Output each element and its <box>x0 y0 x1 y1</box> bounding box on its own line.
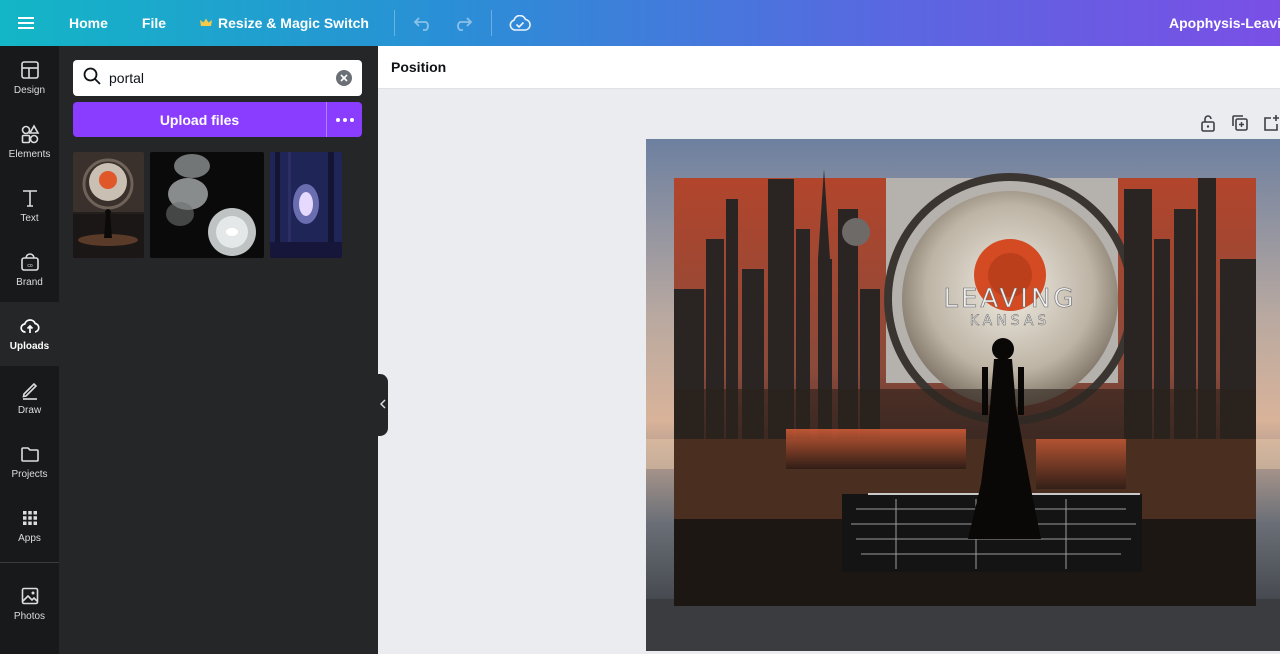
left-rail: Design Elements Text co Brand Uploads Dr… <box>0 46 59 654</box>
upload-files-label: Upload files <box>159 111 240 128</box>
rail-item-label: Text <box>20 213 39 224</box>
search-field[interactable]: portal <box>73 60 362 96</box>
rail-item-apps[interactable]: Apps <box>0 494 59 558</box>
text-icon <box>22 190 37 207</box>
rail-divider <box>0 562 59 563</box>
rail-item-label: Projects <box>11 469 48 480</box>
rail-item-photos[interactable]: Photos <box>0 572 59 636</box>
divider <box>393 10 395 36</box>
menu-icon[interactable] <box>0 0 52 46</box>
more-apps-icon[interactable] <box>19 648 39 654</box>
rail-item-text[interactable]: Text <box>0 174 59 238</box>
search-input[interactable]: portal <box>109 70 336 86</box>
svg-text:co: co <box>27 263 33 269</box>
rail-item-label: Apps <box>18 533 41 544</box>
divider <box>490 10 492 36</box>
add-page-icon[interactable] <box>1261 112 1280 134</box>
cloud-upload-icon <box>19 319 40 333</box>
file-menu-button[interactable]: File <box>125 0 183 46</box>
rail-item-label: Elements <box>8 149 51 160</box>
rail-item-projects[interactable]: Projects <box>0 430 59 494</box>
shapes-icon <box>21 124 39 144</box>
artwork-image[interactable]: LEAVING KANSAS <box>646 139 1280 651</box>
cloud-saved-icon[interactable] <box>500 0 540 46</box>
rail-item-label: Draw <box>17 405 42 416</box>
resize-button[interactable]: Resize & Magic Switch <box>183 0 386 46</box>
rail-item-label: Photos <box>13 611 46 622</box>
rail-item-brand[interactable]: co Brand <box>0 238 59 302</box>
pen-icon <box>21 382 37 400</box>
rail-item-elements[interactable]: Elements <box>0 110 59 174</box>
upload-thumbnail[interactable] <box>150 152 264 258</box>
redo-icon[interactable] <box>443 0 483 46</box>
chevron-left-icon <box>379 398 386 412</box>
upload-thumbnail[interactable] <box>73 152 144 258</box>
layout-icon <box>20 61 39 79</box>
home-button[interactable]: Home <box>52 0 125 46</box>
design-canvas[interactable]: LEAVING KANSAS <box>646 139 1280 651</box>
grid-icon <box>22 511 37 525</box>
context-toolbar: Position <box>378 46 1280 89</box>
lock-icon[interactable] <box>1197 112 1219 134</box>
brand-icon: co <box>20 253 39 271</box>
rail-item-label: Design <box>13 85 46 96</box>
collapse-panel-button[interactable] <box>378 374 388 436</box>
upload-files-button[interactable]: Upload files <box>73 102 362 137</box>
duplicate-icon[interactable] <box>1229 112 1251 134</box>
upload-thumbnail[interactable] <box>270 152 342 258</box>
artwork-title-line2: KANSAS <box>970 313 1051 329</box>
position-button[interactable]: Position <box>391 59 446 75</box>
rail-item-draw[interactable]: Draw <box>0 366 59 430</box>
resize-button-label: Resize & Magic Switch <box>218 15 369 31</box>
document-title[interactable]: Apophysis-Leaving <box>1169 0 1280 46</box>
search-icon <box>83 67 101 90</box>
rail-item-design[interactable]: Design <box>0 46 59 110</box>
artwork-title-line1: LEAVING <box>943 284 1076 314</box>
folder-icon <box>20 447 39 462</box>
rail-item-label: Uploads <box>9 341 50 352</box>
crown-icon <box>200 15 213 31</box>
clear-search-icon[interactable] <box>336 70 352 86</box>
undo-icon[interactable] <box>403 0 443 46</box>
image-icon <box>21 587 38 605</box>
more-options-icon[interactable] <box>326 102 362 137</box>
uploads-panel: portal Upload files <box>59 46 378 654</box>
top-bar: Home File Resize & Magic Switch Apophysi… <box>0 0 1280 46</box>
rail-item-label: Brand <box>16 277 43 288</box>
rail-item-uploads[interactable]: Uploads <box>0 302 59 366</box>
